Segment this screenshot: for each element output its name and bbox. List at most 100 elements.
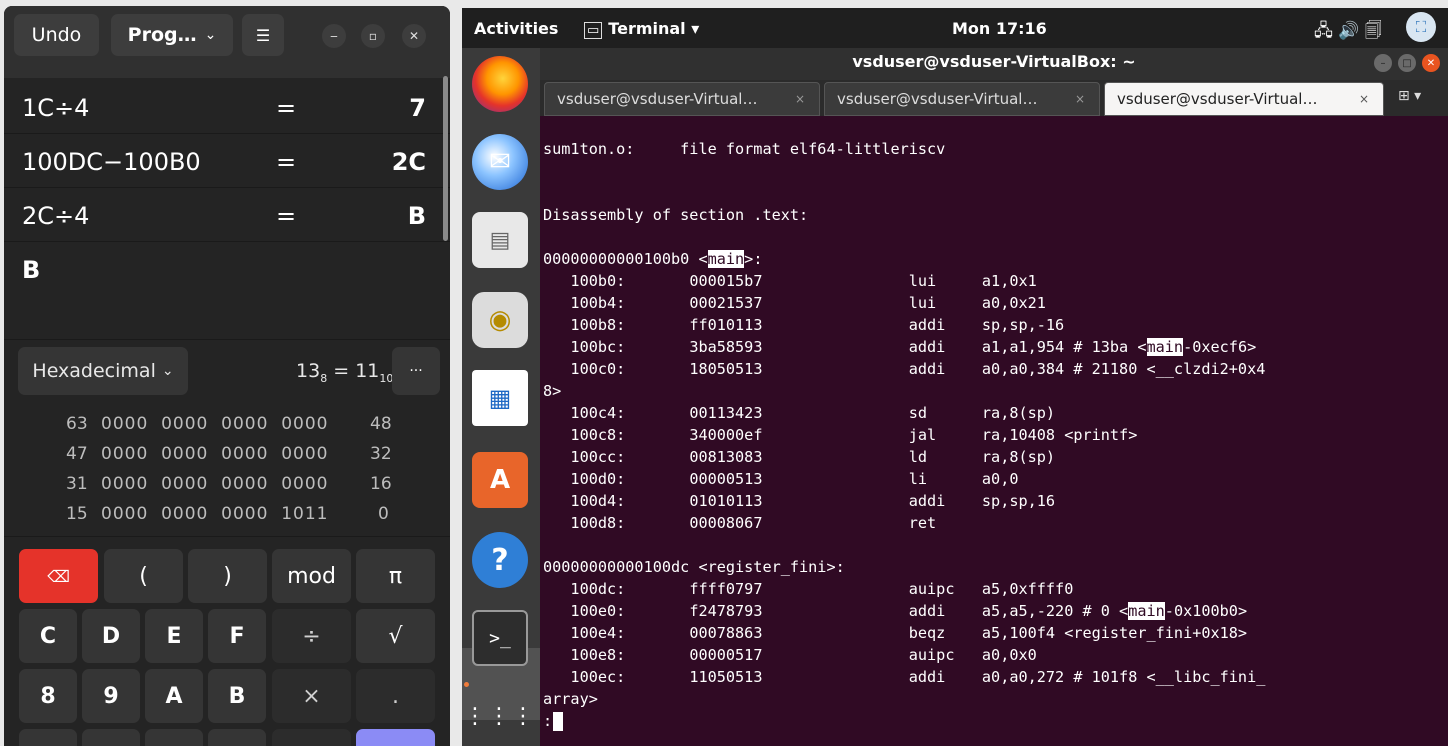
number-base-selector[interactable]: Hexadecimal ⌄: [18, 347, 188, 395]
output-line: 100d4: 01010113 addi sp,sp,16: [543, 492, 1056, 510]
more-options-button[interactable]: ···: [392, 347, 440, 395]
decimal-point-button[interactable]: .: [356, 669, 435, 723]
minimize-icon[interactable]: ‒: [322, 24, 346, 48]
right-paren-button[interactable]: ): [188, 549, 267, 603]
key-partial[interactable]: [82, 729, 140, 746]
show-apps-icon[interactable]: ⋮⋮⋮: [464, 688, 534, 744]
mode-menu-button[interactable]: Prog… ⌄: [111, 14, 233, 56]
history-scrollbar[interactable]: [443, 76, 448, 241]
conversion-value-b: 11: [355, 360, 380, 382]
history-equals: =: [276, 148, 297, 176]
hex-f-button[interactable]: F: [208, 609, 266, 663]
bit-index-left: 31: [66, 474, 88, 494]
tab-close-icon[interactable]: ×: [795, 83, 805, 115]
terminal-tab[interactable]: vsduser@vsduser-Virtual… ×: [544, 82, 820, 116]
output-line: 100e8: 00000517 auipc a0,0x0: [543, 646, 1037, 664]
calculator-display[interactable]: B: [22, 256, 40, 284]
history-result: 7: [409, 94, 426, 122]
maximize-icon[interactable]: □: [1398, 54, 1416, 72]
search-highlight: main: [1128, 602, 1165, 620]
writer-icon[interactable]: ▦: [472, 370, 528, 426]
app-menu-label: Terminal ▾: [608, 19, 700, 38]
output-line: 100c4: 00113423 sd ra,8(sp): [543, 404, 1056, 422]
conversion-equals: =: [333, 360, 350, 382]
output-line: 100b4: 00021537 lui a0,0x21: [543, 294, 1046, 312]
info-bar: Hexadecimal ⌄ 138 = 1110 ···: [4, 339, 450, 401]
help-icon[interactable]: ?: [472, 532, 528, 588]
digit-8-button[interactable]: 8: [19, 669, 77, 723]
thunderbird-icon[interactable]: ✉: [472, 134, 528, 190]
bit-row[interactable]: 63 0000 0000 0000 0000 48: [4, 414, 450, 444]
history-row[interactable]: 2C÷4 = B: [4, 188, 450, 242]
output-line: 100b8: ff010113 addi sp,sp,-16: [543, 316, 1065, 334]
hex-a-button[interactable]: A: [145, 669, 203, 723]
hex-e-button[interactable]: E: [145, 609, 203, 663]
hex-c-button[interactable]: C: [19, 609, 77, 663]
screenshot-icon[interactable]: ⛶: [1406, 12, 1436, 42]
key-partial[interactable]: [272, 729, 351, 746]
pager-prompt[interactable]: :: [543, 710, 564, 732]
multiply-button[interactable]: ×: [272, 669, 351, 723]
close-icon[interactable]: ✕: [1422, 54, 1440, 72]
terminal-tab[interactable]: vsduser@vsduser-Virtual… ×: [824, 82, 1100, 116]
tab-close-icon[interactable]: ×: [1075, 83, 1085, 115]
digit-9-button[interactable]: 9: [82, 669, 140, 723]
tab-label: vsduser@vsduser-Virtual…: [1117, 90, 1318, 108]
app-menu-button[interactable]: ▭ Terminal ▾: [584, 19, 700, 39]
backspace-button[interactable]: ⌫: [19, 549, 98, 603]
output-line: 100d0: 00000513 li a0,0: [543, 470, 1019, 488]
history-equals: =: [276, 94, 297, 122]
mod-button[interactable]: mod: [272, 549, 351, 603]
line-text: 100e0: f2478793 addi a5,a5,-220 # 0 <: [543, 602, 1129, 620]
system-tray-icons[interactable]: 🖧 🔊 🗐: [1314, 18, 1382, 47]
terminal-app-icon: ▭: [584, 22, 603, 39]
files-icon[interactable]: ▤: [472, 212, 528, 268]
line-text: -0x100b0>: [1164, 602, 1248, 620]
conversion-base-a: 8: [320, 371, 328, 385]
maximize-icon[interactable]: ▫: [361, 24, 385, 48]
firefox-icon[interactable]: [472, 56, 528, 112]
history-expression: 2C÷4: [22, 202, 90, 230]
bit-row[interactable]: 15 0000 0000 0000 1011 0: [4, 504, 450, 534]
sqrt-button[interactable]: √: [356, 609, 435, 663]
undo-button[interactable]: Undo: [14, 14, 99, 56]
pager-prompt-text: :: [543, 712, 553, 730]
terminal-icon[interactable]: >_: [472, 610, 528, 666]
equals-button[interactable]: [356, 729, 435, 746]
activities-button[interactable]: Activities: [474, 19, 558, 38]
output-line: 00000000000100b0 <main>:: [543, 248, 762, 270]
close-icon[interactable]: ✕: [402, 24, 426, 48]
hamburger-menu-icon[interactable]: ☰: [242, 14, 284, 56]
output-line: 100cc: 00813083 ld ra,8(sp): [543, 448, 1056, 466]
bit-index-right: 48: [370, 414, 392, 434]
minimize-icon[interactable]: –: [1374, 54, 1392, 72]
hex-b-button[interactable]: B: [208, 669, 266, 723]
history-row[interactable]: 100DC−100B0 = 2C: [4, 134, 450, 188]
pi-button[interactable]: π: [356, 549, 435, 603]
output-line: 100d8: 00008067 ret: [543, 514, 937, 532]
left-paren-button[interactable]: (: [104, 549, 183, 603]
terminal-tab-active[interactable]: vsduser@vsduser-Virtual… ×: [1104, 82, 1384, 116]
key-partial[interactable]: [145, 729, 203, 746]
bit-row[interactable]: 47 0000 0000 0000 0000 32: [4, 444, 450, 474]
keypad: ⌫ ( ) mod π C D E F ÷ √ 8 9 A B × .: [4, 536, 450, 746]
key-partial[interactable]: [19, 729, 77, 746]
bit-index-right: 16: [370, 474, 392, 494]
bit-groups: 0000 0000 0000 0000: [101, 414, 329, 434]
tab-close-icon[interactable]: ×: [1359, 83, 1369, 115]
history-row[interactable]: 1C÷4 = 7: [4, 80, 450, 134]
output-line: 00000000000100dc <register_fini>:: [543, 558, 845, 576]
rhythmbox-icon[interactable]: ◉: [472, 292, 528, 348]
bit-row[interactable]: 31 0000 0000 0000 0000 16: [4, 474, 450, 504]
new-tab-icon[interactable]: ⊞ ▾: [1398, 88, 1421, 104]
output-line: 100dc: ffff0797 auipc a5,0xffff0: [543, 580, 1074, 598]
terminal-output[interactable]: sum1ton.o: file format elf64-littleriscv…: [540, 116, 1448, 746]
clock[interactable]: Mon 17:16: [952, 19, 1047, 38]
line-text: 00000000000100b0 <: [543, 250, 708, 268]
divide-button[interactable]: ÷: [272, 609, 351, 663]
software-store-icon[interactable]: A: [472, 452, 528, 508]
search-highlight: main: [707, 250, 745, 268]
history-result: B: [407, 202, 426, 230]
key-partial[interactable]: [208, 729, 266, 746]
hex-d-button[interactable]: D: [82, 609, 140, 663]
